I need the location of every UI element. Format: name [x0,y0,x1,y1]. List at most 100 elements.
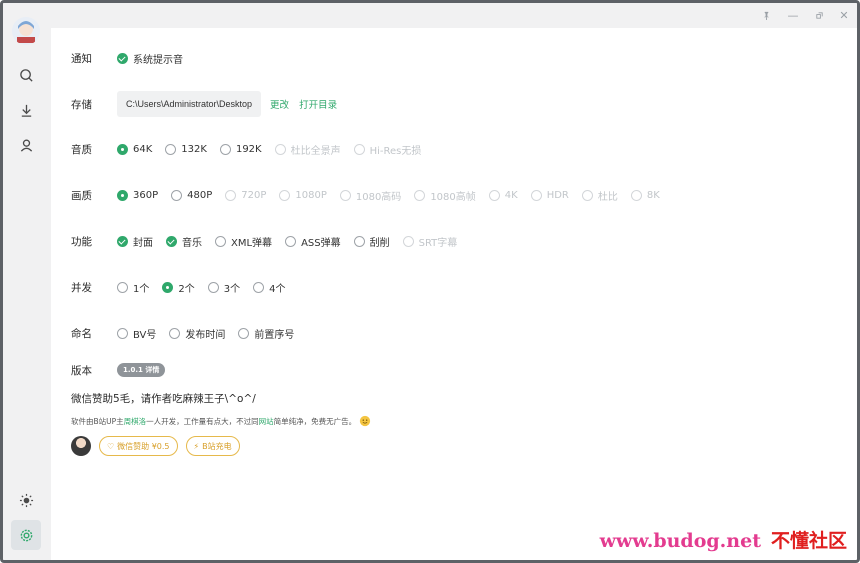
smile-emoji-icon [360,415,371,427]
sidebar-item-user[interactable] [11,130,41,160]
audio-option[interactable]: 192K [219,143,262,155]
feature-checkbox[interactable]: 封面 [117,234,153,249]
heart-tag-icon: ♡ [107,441,115,451]
radio-icon [219,143,231,155]
concurrency-row: 并发 1个 2个 3个 4个 [71,277,299,297]
checkbox-icon [169,327,181,339]
sidebar-item-settings[interactable] [11,520,41,550]
version-row: 版本 1.0.1 详情 [71,360,166,380]
audio-option[interactable]: 132K [165,143,207,155]
concurrency-label: 并发 [71,281,92,294]
features-row: 功能 封面 音乐 XML弹幕 ASS弹幕 刮削 SRT字幕 [71,231,470,251]
sidebar [3,3,51,560]
checkbox-icon [353,235,365,247]
radio-icon [488,189,500,201]
pin-icon[interactable] [759,8,773,22]
radio-icon [414,189,426,201]
feature-checkbox[interactable]: 音乐 [166,234,202,249]
credit-line: 软件由B站UP主 周棋洛 一人开发，工作量有点大，不过同 网站 简单纯净，免费无… [71,415,371,427]
video-option: 720P [225,189,266,201]
version-label: 版本 [71,364,92,377]
donate-actions: ♡ 微信赞助 ¥0.5 ⚡ B站充电 [71,436,248,456]
sidebar-item-search[interactable] [11,60,41,90]
radio-icon [630,189,642,201]
sidebar-item-download[interactable] [11,95,41,125]
radio-icon [207,281,219,293]
radio-icon [117,189,128,201]
naming-option[interactable]: 前置序号 [238,326,294,341]
app-logo-avatar[interactable] [12,17,40,45]
open-dir-link[interactable]: 打开目录 [299,97,337,111]
checkbox-icon [285,235,297,247]
change-path-link[interactable]: 更改 [270,97,289,111]
video-option: 1080P [279,189,327,201]
naming-option[interactable]: 发布时间 [169,326,225,341]
version-badge[interactable]: 1.0.1 详情 [117,363,166,377]
checkbox-icon [117,327,128,339]
author-link[interactable]: 周棋洛 [124,416,147,427]
watermark: www.budog.net 不懂社区 [599,530,847,552]
radio-icon [225,189,237,201]
notify-label: 通知 [71,52,92,65]
radio-icon [253,281,265,293]
close-icon[interactable]: ✕ [837,8,851,22]
video-option: 8K [630,189,660,201]
lightning-icon: ⚡ [193,441,200,451]
app-window: — ✕ 通知 系统提示音 存储 C:\Users\Administrator\D… [0,0,860,563]
feature-checkbox: SRT字幕 [402,234,457,249]
audio-label: 音质 [71,143,92,156]
radio-icon [339,189,351,201]
search-icon [19,68,33,82]
check-icon [117,52,128,64]
checkbox-icon [402,235,414,247]
user-icon [20,138,32,152]
author-avatar[interactable] [71,436,91,456]
concurrency-option[interactable]: 2个 [162,280,195,295]
radio-icon [165,143,177,155]
radio-icon [117,143,128,155]
radio-icon [162,281,174,293]
radio-icon [274,143,286,155]
donate-title: 微信赞助5毛，请作者吃麻辣王子\^o^/ [71,393,256,405]
naming-row: 命名 BV号 发布时间 前置序号 [71,323,307,343]
radio-icon [117,281,128,293]
radio-icon [279,189,291,201]
sun-icon [19,493,33,507]
features-label: 功能 [71,235,92,248]
audio-option: Hi-Res无损 [353,142,421,157]
radio-icon [353,143,365,155]
bilibili-charge-button[interactable]: ⚡ B站充电 [185,436,240,456]
storage-path-field[interactable]: C:\Users\Administrator\Desktop [117,91,262,117]
radio-icon [581,189,593,201]
notify-row: 通知 系统提示音 [71,48,196,68]
download-icon [21,104,31,117]
radio-icon [530,189,542,201]
video-option: 1080高帧 [414,188,476,203]
restore-icon[interactable] [812,8,826,22]
concurrency-option[interactable]: 3个 [207,280,240,295]
concurrency-option[interactable]: 1个 [117,280,149,295]
check-icon [166,235,177,247]
video-option: HDR [530,189,569,201]
audio-option[interactable]: 64K [117,143,152,155]
video-row: 画质 360P 480P 720P 1080P 1080高码 1080高帧 4K… [71,185,673,205]
wechat-donate-button[interactable]: ♡ 微信赞助 ¥0.5 [99,436,178,456]
naming-label: 命名 [71,327,92,340]
minimize-icon[interactable]: — [786,8,800,22]
video-option[interactable]: 360P [117,189,158,201]
feature-checkbox[interactable]: ASS弹幕 [285,234,341,249]
naming-option[interactable]: BV号 [117,326,156,341]
feature-checkbox[interactable]: XML弹幕 [215,234,272,249]
video-option: 1080高码 [339,188,401,203]
video-option[interactable]: 480P [171,189,212,201]
storage-label: 存储 [71,98,92,111]
storage-row: 存储 C:\Users\Administrator\Desktop 更改 打开目… [71,91,347,117]
title-bar: — ✕ [51,3,857,28]
gear-icon [20,529,32,541]
site-link[interactable]: 网站 [259,416,274,427]
video-option: 杜比 [581,188,618,203]
concurrency-option[interactable]: 4个 [253,280,286,295]
sidebar-item-theme[interactable] [11,485,41,515]
feature-checkbox[interactable]: 刮削 [353,234,390,249]
notify-sound-checkbox[interactable]: 系统提示音 [117,51,183,66]
